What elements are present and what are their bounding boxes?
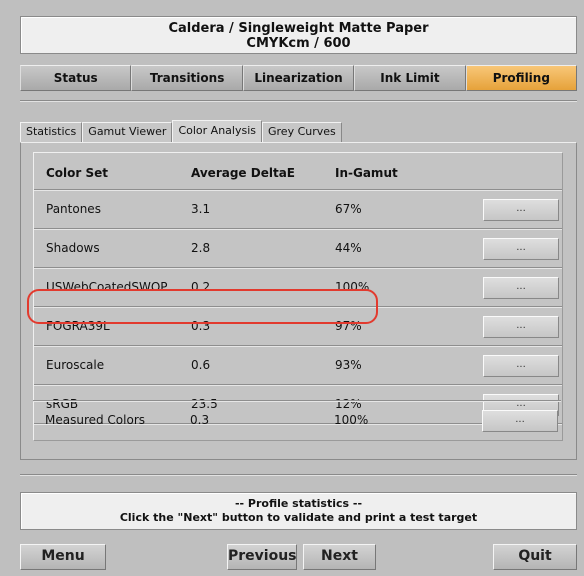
table-row: FOGRA39L 0.3 97% ...	[34, 306, 562, 346]
status-message: -- Profile statistics -- Click the "Next…	[20, 492, 577, 530]
in-gamut: 100%	[335, 280, 370, 294]
table-row: USWebCoatedSWOP 0.2 100% ...	[34, 267, 562, 307]
table-row: Measured Colors 0.3 100% ...	[33, 400, 561, 440]
subtab-gamut-viewer[interactable]: Gamut Viewer	[82, 122, 173, 142]
column-header-in-gamut: In-Gamut	[335, 166, 398, 180]
average-deltae: 0.3	[190, 413, 210, 427]
tab-ink-limit[interactable]: Ink Limit	[354, 65, 466, 91]
quit-button[interactable]: Quit	[493, 544, 577, 570]
previous-button[interactable]: Previous	[227, 544, 297, 570]
tab-status[interactable]: Status	[20, 65, 132, 91]
sub-tab-bar: Statistics Gamut Viewer Color Analysis G…	[20, 120, 342, 142]
color-set-name: USWebCoatedSWOP	[46, 280, 168, 294]
table-row: Euroscale 0.6 93% ...	[34, 345, 562, 385]
in-gamut: 100%	[334, 413, 369, 427]
details-button[interactable]: ...	[483, 277, 559, 299]
tab-profiling[interactable]: Profiling	[465, 65, 578, 91]
title-line-2: CMYKcm / 600	[246, 36, 351, 51]
table-row: Shadows 2.8 44% ...	[34, 228, 562, 268]
color-set-name: Euroscale	[46, 358, 105, 372]
table-header: Color Set Average DeltaE In-Gamut	[34, 153, 562, 189]
main-tab-bar: Status Transitions Linearization Ink Lim…	[20, 65, 578, 91]
details-button[interactable]: ...	[483, 238, 559, 260]
top-divider	[20, 100, 577, 102]
message-line-2: Click the "Next" button to validate and …	[119, 511, 478, 524]
in-gamut: 93%	[335, 358, 362, 372]
subtab-statistics[interactable]: Statistics	[20, 122, 83, 142]
average-deltae: 0.2	[191, 280, 211, 294]
next-button[interactable]: Next	[303, 544, 376, 570]
details-button[interactable]: ...	[483, 316, 559, 338]
column-header-average-deltae: Average DeltaE	[191, 166, 295, 180]
table-row: Pantones 3.1 67% ...	[34, 189, 562, 229]
subtab-color-analysis[interactable]: Color Analysis	[172, 120, 262, 142]
color-set-name: Shadows	[46, 241, 100, 255]
subtab-grey-curves[interactable]: Grey Curves	[262, 122, 342, 142]
color-set-name: FOGRA39L	[46, 319, 110, 333]
tab-linearization[interactable]: Linearization	[242, 65, 355, 91]
color-set-name: Pantones	[46, 202, 101, 216]
color-set-table: Color Set Average DeltaE In-Gamut Panton…	[33, 152, 563, 441]
bottom-divider	[20, 474, 577, 476]
in-gamut: 97%	[335, 319, 362, 333]
average-deltae: 2.8	[191, 241, 211, 255]
column-header-color-set: Color Set	[46, 166, 109, 180]
window-title: Caldera / Singleweight Matte Paper CMYKc…	[20, 16, 577, 54]
average-deltae: 0.3	[191, 319, 211, 333]
menu-button[interactable]: Menu	[20, 544, 106, 570]
average-deltae: 0.6	[191, 358, 211, 372]
details-button[interactable]: ...	[483, 199, 559, 221]
details-button[interactable]: ...	[482, 410, 558, 432]
title-line-1: Caldera / Singleweight Matte Paper	[168, 21, 429, 36]
details-button[interactable]: ...	[483, 355, 559, 377]
tab-transitions[interactable]: Transitions	[131, 65, 243, 91]
in-gamut: 67%	[335, 202, 362, 216]
average-deltae: 3.1	[191, 202, 211, 216]
message-line-1: -- Profile statistics --	[234, 497, 363, 510]
in-gamut: 44%	[335, 241, 362, 255]
color-set-name: Measured Colors	[45, 413, 146, 427]
